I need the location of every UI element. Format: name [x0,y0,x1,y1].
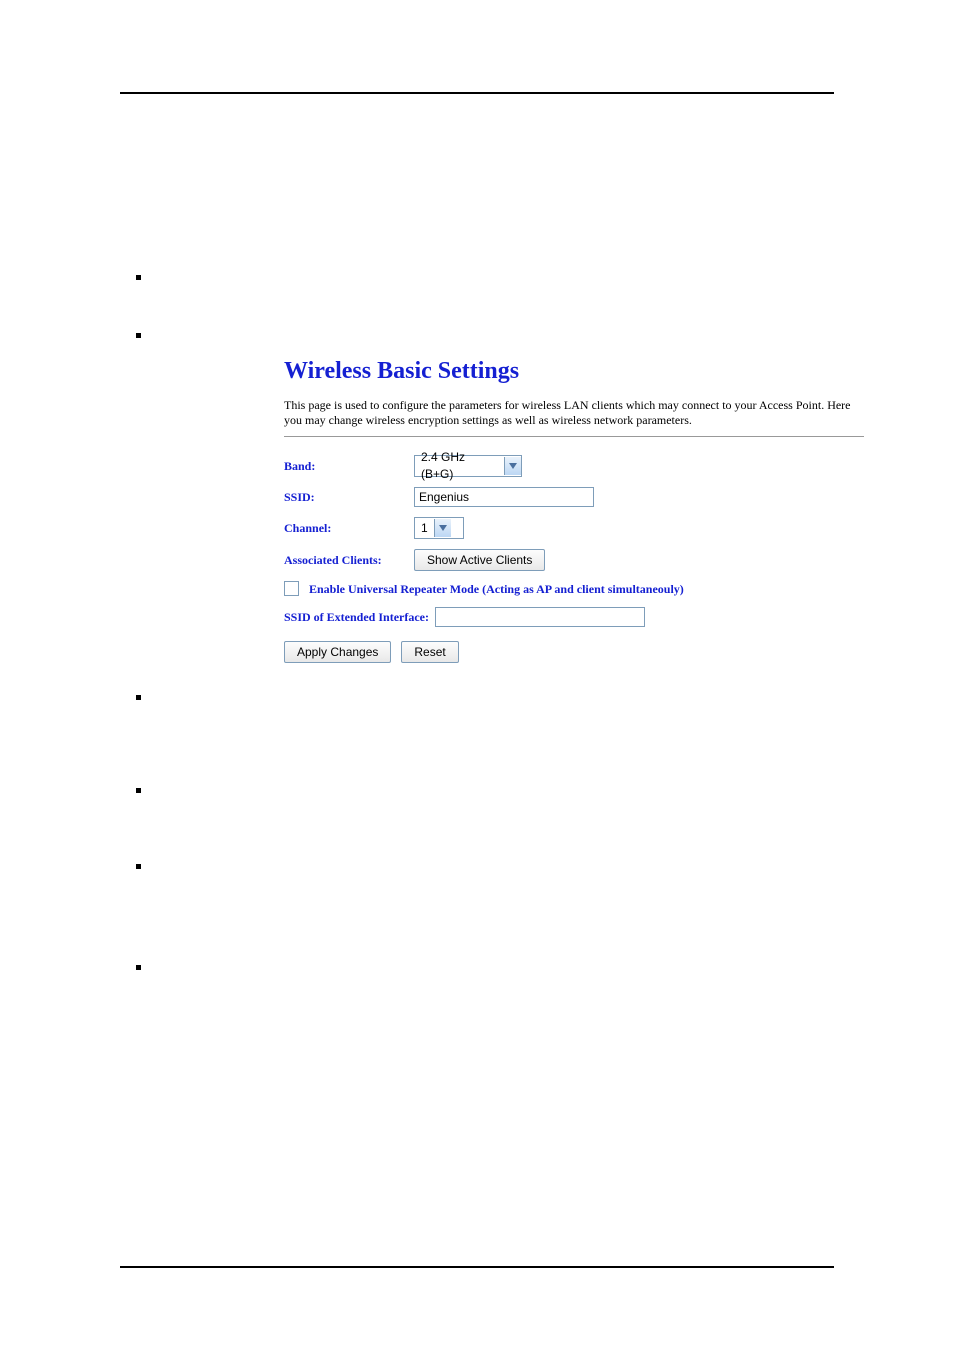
footer-rule [120,1266,834,1268]
bullet-text: Select a band from the drop-down list. T… [154,691,829,727]
repeater-label: Enable Universal Repeater Mode (Acting a… [309,581,684,597]
page-footer: 17 [120,1266,834,1290]
channel-select-value: 1 [415,520,434,536]
reset-button[interactable]: Reset [401,641,458,663]
ssid-input[interactable] [414,487,594,507]
bullet-text: Click the Wireless link on the navigatio… [154,271,820,307]
band-select[interactable]: 2.4 GHz (B+G) [414,455,522,477]
page-title: Wireless Basic Settings [284,355,884,387]
band-select-value: 2.4 GHz (B+G) [415,449,504,481]
bullet-text: The Service Set Identifier is a name ass… [154,784,824,820]
bullet-item: Channel: Select a channel from the drop-… [120,858,834,899]
bullet-item: SSID: The Service Set Identifier is a na… [120,782,834,823]
intro-paragraph: This page allows you to configure the wi… [120,202,834,243]
repeater-checkbox[interactable] [284,581,299,596]
bullet-item: Associated Clients: Click the Show Activ… [120,959,834,1000]
embedded-screenshot: Wireless Basic Settings This page is use… [284,355,884,663]
page-description: This page is used to configure the param… [284,398,864,437]
section-title: Wireless Settings [120,150,834,182]
bullet-item: Click the Wireless link on the navigatio… [120,269,834,310]
channel-label: Channel: [284,520,414,536]
show-active-clients-button[interactable]: Show Active Clients [414,549,545,571]
channel-select[interactable]: 1 [414,517,464,539]
chevron-down-icon [504,457,521,475]
ssid-label: SSID: [284,489,414,505]
header-rule [120,92,834,94]
bullet-title: Band: [154,691,193,707]
bullet-text: Select a channel from the drop-down list… [154,860,825,896]
assoc-clients-label: Associated Clients: [284,552,414,568]
ext-ssid-input[interactable] [435,607,645,627]
bullet-title: SSID: [154,784,192,800]
band-label: Band: [284,458,414,474]
bullet-text: The following screen displays the Wirele… [154,329,537,345]
bullet-title: Associated Clients: [154,961,276,977]
bullet-item: Band: Select a band from the drop-down l… [120,689,834,730]
ext-ssid-label: SSID of Extended Interface: [284,609,429,625]
bullet-title: Channel: [154,860,213,876]
bullet-item: The following screen displays the Wirele… [120,327,834,663]
chevron-down-icon [434,519,451,537]
apply-changes-button[interactable]: Apply Changes [284,641,391,663]
page-number: 17 [120,1274,834,1290]
